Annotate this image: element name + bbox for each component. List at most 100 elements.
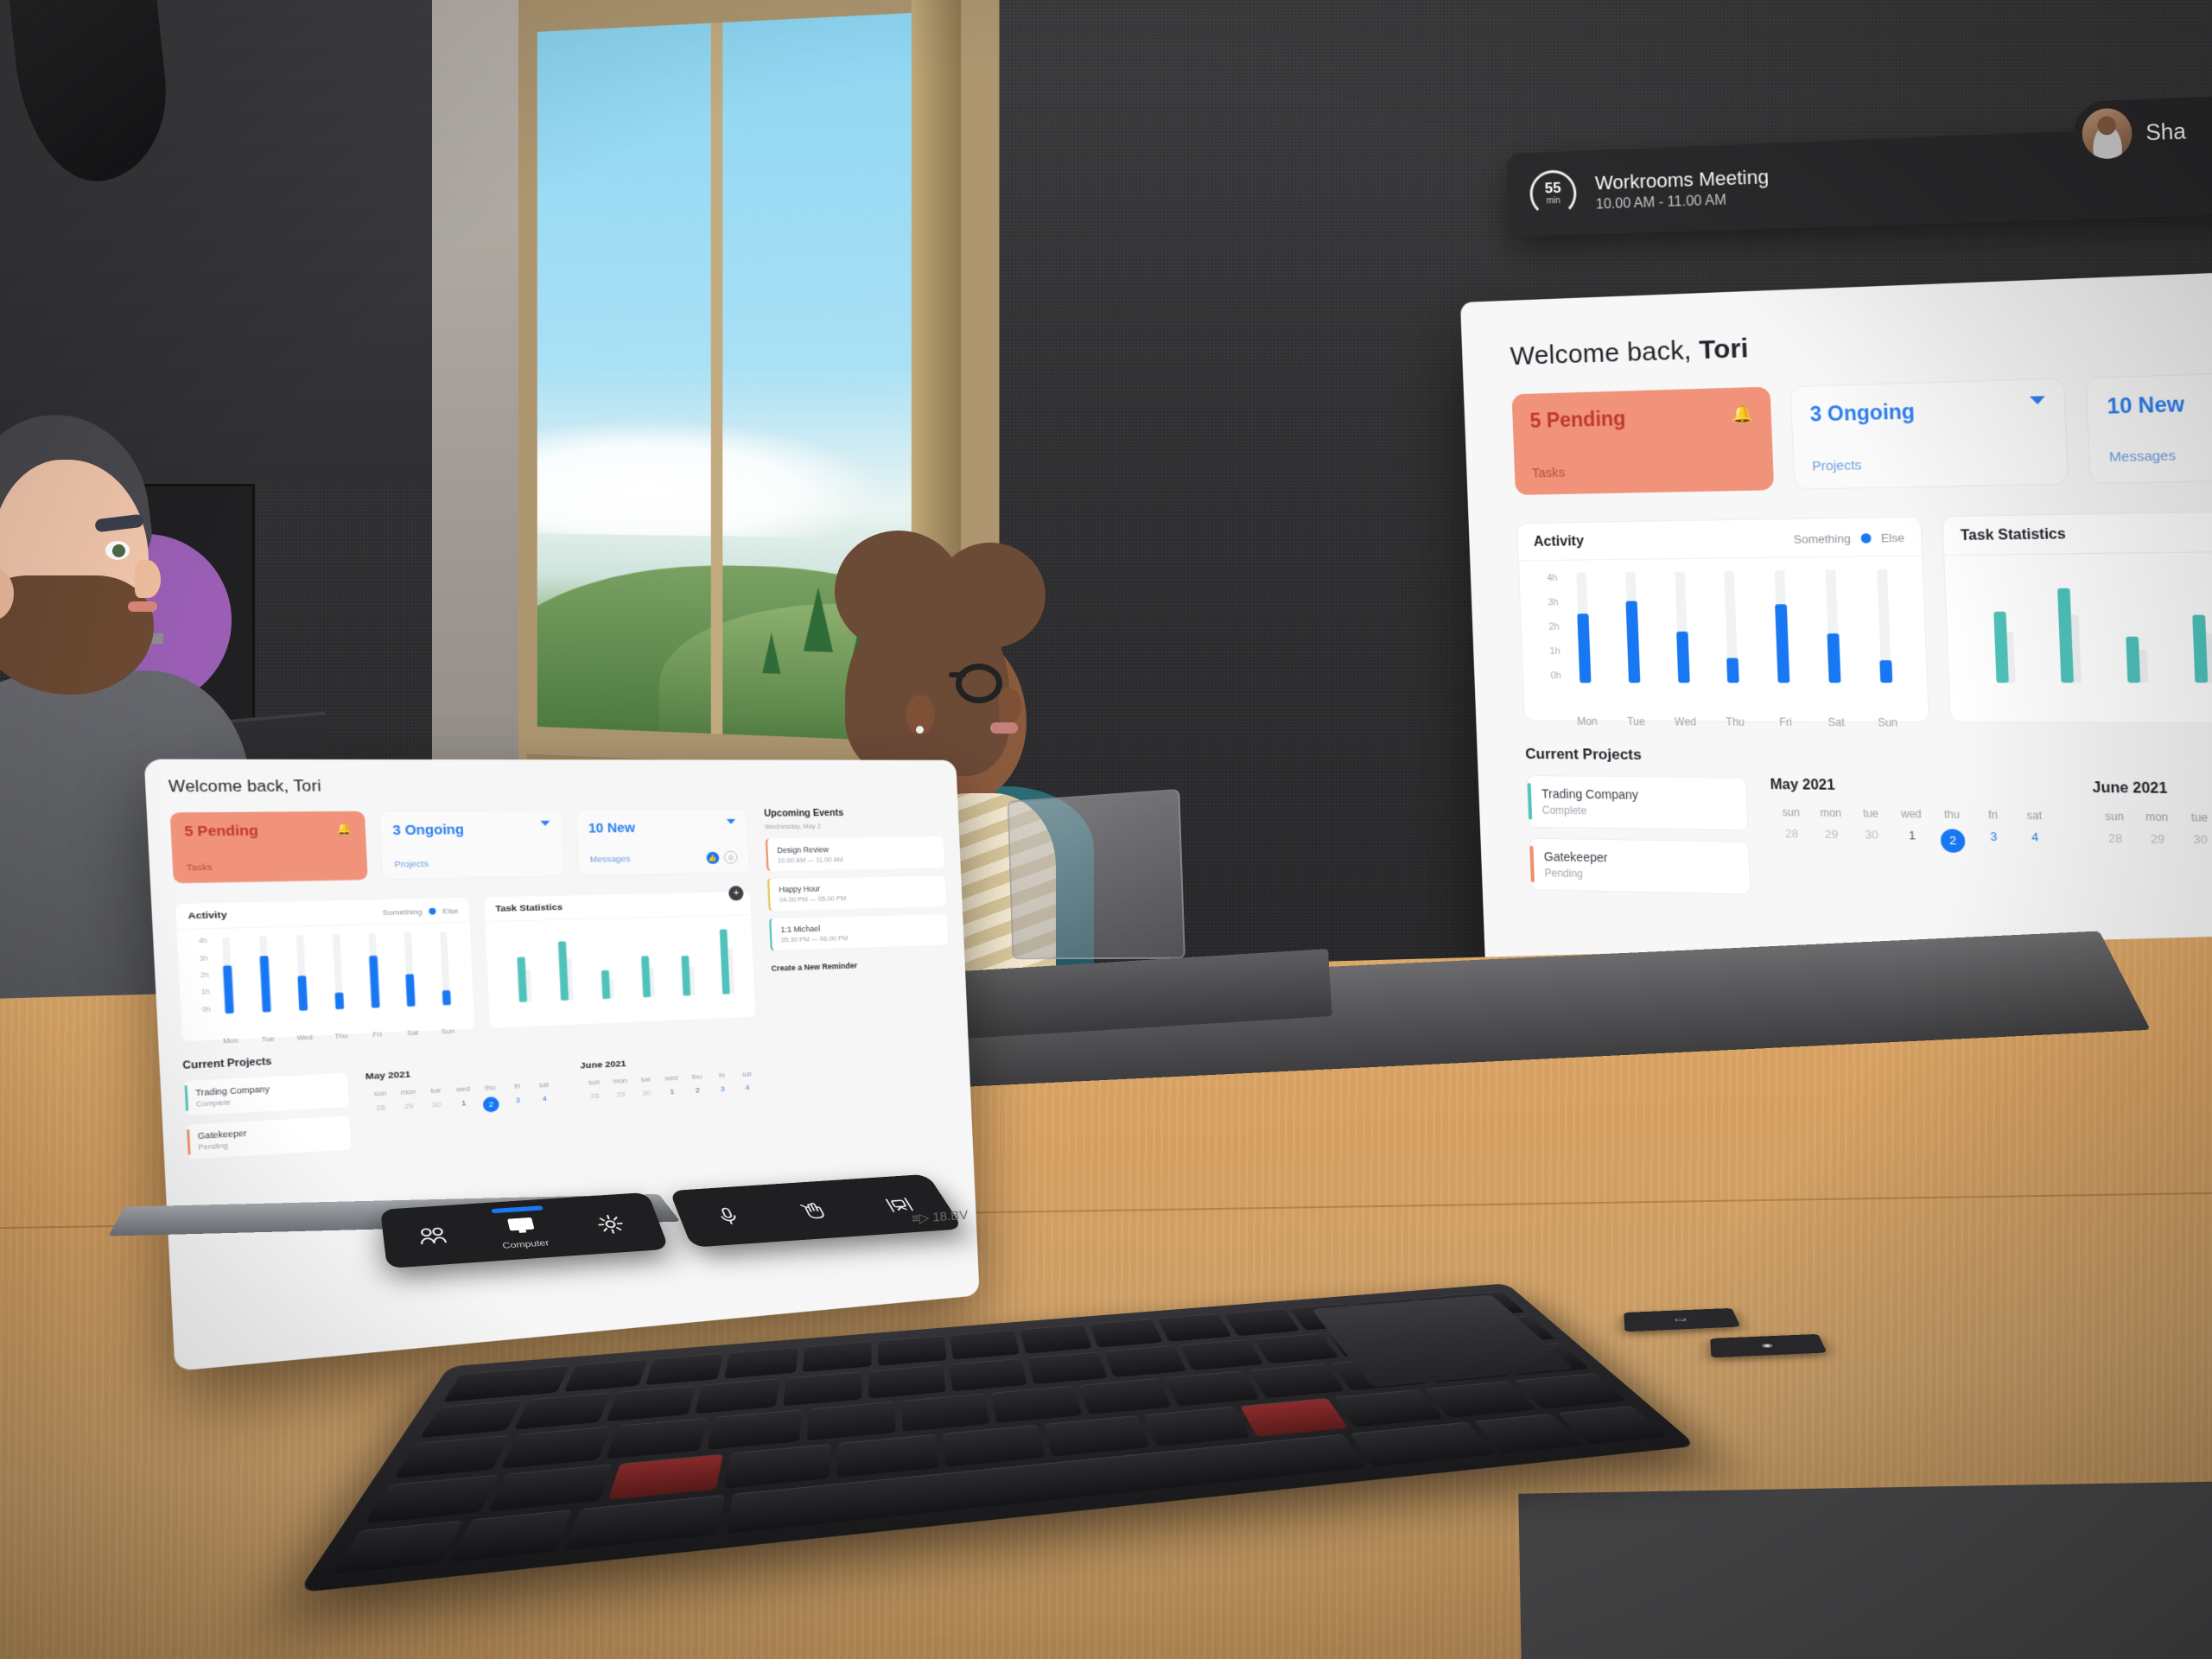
- project-card[interactable]: Trading Company Complete: [1526, 775, 1749, 831]
- key[interactable]: [943, 1424, 1046, 1467]
- key[interactable]: [501, 1427, 611, 1469]
- key[interactable]: [1027, 1351, 1109, 1385]
- calendar-day[interactable]: 2: [482, 1096, 500, 1113]
- calendar-day[interactable]: 3: [1973, 830, 2015, 854]
- key[interactable]: [724, 1347, 799, 1379]
- calendar-day[interactable]: 28: [582, 1090, 608, 1101]
- stat-card-tasks[interactable]: 5 Pending 🔔 Tasks: [1511, 386, 1774, 495]
- calendar-day[interactable]: 28: [366, 1103, 395, 1120]
- calendar-day[interactable]: 29: [607, 1090, 633, 1100]
- virtual-display[interactable]: Welcome back, Tori 5 Pending 🔔 Tasks 3 O…: [1460, 265, 2212, 988]
- key[interactable]: [1079, 1378, 1172, 1414]
- key[interactable]: [1143, 1406, 1250, 1446]
- key[interactable]: [802, 1341, 873, 1373]
- toolbar-item-people[interactable]: [397, 1218, 469, 1253]
- calendar-day[interactable]: 3: [710, 1084, 735, 1093]
- event-card[interactable]: Design Review 10.00 AM — 11.00 AM: [765, 836, 946, 872]
- key[interactable]: [707, 1409, 803, 1450]
- laptop-stat-card-messages[interactable]: 10 New Messages 👍 ☺: [575, 808, 751, 876]
- calendar-day[interactable]: 29: [395, 1101, 423, 1117]
- stat-card-messages[interactable]: 10 New Messages 👍 1 ☺: [2085, 368, 2212, 485]
- key[interactable]: [901, 1393, 990, 1432]
- key[interactable]: [1179, 1339, 1264, 1371]
- chevron-down-icon[interactable]: [726, 818, 736, 824]
- key[interactable]: [1239, 1397, 1348, 1437]
- toolbar-item-microphone[interactable]: [690, 1198, 767, 1233]
- key[interactable]: [563, 1359, 648, 1393]
- calendar-day[interactable]: 30: [633, 1088, 659, 1097]
- laptop-stat-card-projects[interactable]: 3 Ongoing Projects: [378, 810, 565, 880]
- calendar-day[interactable]: 29: [2136, 831, 2179, 846]
- project-card[interactable]: Trading Company Complete: [183, 1071, 351, 1117]
- calendar-day[interactable]: 30: [2178, 832, 2212, 847]
- calendar-day[interactable]: 1: [450, 1097, 478, 1114]
- event-card[interactable]: 1:1 Michael 05.30 PM — 06.00 PM: [768, 913, 950, 952]
- key[interactable]: [724, 1443, 831, 1489]
- event-card[interactable]: Happy Hour 04.00 PM — 05.00 PM: [766, 874, 948, 912]
- laptop-stat-card-tasks[interactable]: 5 Pending 🔔 Tasks: [169, 810, 368, 884]
- key[interactable]: [783, 1371, 862, 1407]
- chevron-down-icon[interactable]: [540, 820, 550, 826]
- key[interactable]: [950, 1330, 1020, 1360]
- bar: [297, 976, 308, 1011]
- key[interactable]: [449, 1510, 572, 1562]
- calendar-day[interactable]: 2: [1940, 829, 1966, 854]
- calendar-day[interactable]: 1: [659, 1086, 685, 1096]
- key[interactable]: [488, 1464, 613, 1512]
- calendar-day[interactable]: 1: [1891, 828, 1933, 852]
- calendar-day[interactable]: 4: [531, 1093, 559, 1109]
- key[interactable]: [1224, 1308, 1300, 1337]
- calendar-day[interactable]: 28: [1772, 826, 1813, 850]
- key[interactable]: [513, 1392, 610, 1430]
- key[interactable]: [806, 1402, 896, 1440]
- calendar-day[interactable]: 30: [423, 1099, 451, 1116]
- key[interactable]: [836, 1433, 939, 1478]
- calendar-day[interactable]: 3: [505, 1095, 532, 1111]
- key[interactable]: [878, 1335, 947, 1366]
- calendar-day[interactable]: 4: [2014, 830, 2056, 854]
- key[interactable]: [991, 1385, 1083, 1423]
- toolbar-item-raise-hand[interactable]: [774, 1192, 854, 1227]
- key[interactable]: [365, 1474, 499, 1523]
- key[interactable]: [1350, 1421, 1497, 1467]
- share-pill[interactable]: Sha: [2072, 92, 2212, 168]
- key[interactable]: [605, 1385, 696, 1422]
- stat-card-projects[interactable]: 3 Ongoing Projects: [1789, 378, 2069, 490]
- key[interactable]: [1332, 1389, 1444, 1427]
- key[interactable]: [1165, 1370, 1260, 1407]
- laptop-virtual-screen[interactable]: Welcome back, Tori 5 Pending 🔔 Tasks 3 O…: [143, 759, 980, 1371]
- key[interactable]: [564, 1494, 726, 1551]
- smiley-icon[interactable]: ☺: [724, 850, 738, 864]
- key[interactable]: [607, 1453, 724, 1500]
- key[interactable]: [949, 1358, 1028, 1392]
- calendar-day[interactable]: 28: [2094, 831, 2136, 846]
- key[interactable]: [1104, 1345, 1187, 1378]
- thumbs-up-icon[interactable]: 👍: [706, 851, 720, 864]
- bell-icon[interactable]: 🔔: [1731, 404, 1753, 425]
- key[interactable]: [868, 1364, 946, 1400]
- key[interactable]: [393, 1435, 511, 1478]
- calendar-day[interactable]: 2: [684, 1085, 710, 1095]
- key[interactable]: [605, 1418, 708, 1459]
- key[interactable]: [1089, 1319, 1163, 1348]
- calendar-day[interactable]: 29: [1811, 827, 1852, 851]
- bell-icon[interactable]: 🔔: [337, 822, 353, 836]
- toolbar-item-computer[interactable]: Computer: [485, 1205, 561, 1251]
- create-reminder-button[interactable]: Create a New Reminder: [771, 957, 950, 973]
- key[interactable]: [1157, 1313, 1232, 1342]
- key[interactable]: [645, 1353, 724, 1386]
- key[interactable]: [332, 1520, 464, 1574]
- key[interactable]: [1249, 1363, 1345, 1399]
- key[interactable]: [442, 1365, 570, 1402]
- toolbar-item-settings[interactable]: [573, 1206, 648, 1242]
- key[interactable]: [1254, 1333, 1339, 1364]
- chevron-down-icon[interactable]: [2030, 396, 2046, 405]
- key[interactable]: [695, 1378, 780, 1414]
- calendar-day[interactable]: 30: [1852, 828, 1893, 852]
- project-card[interactable]: Gatekeeper Pending: [185, 1115, 353, 1161]
- key[interactable]: [1020, 1324, 1092, 1354]
- project-card[interactable]: Gatekeeper Pending: [1529, 837, 1751, 895]
- key[interactable]: [1044, 1414, 1149, 1457]
- key[interactable]: [419, 1400, 523, 1439]
- calendar-day[interactable]: 4: [734, 1083, 760, 1092]
